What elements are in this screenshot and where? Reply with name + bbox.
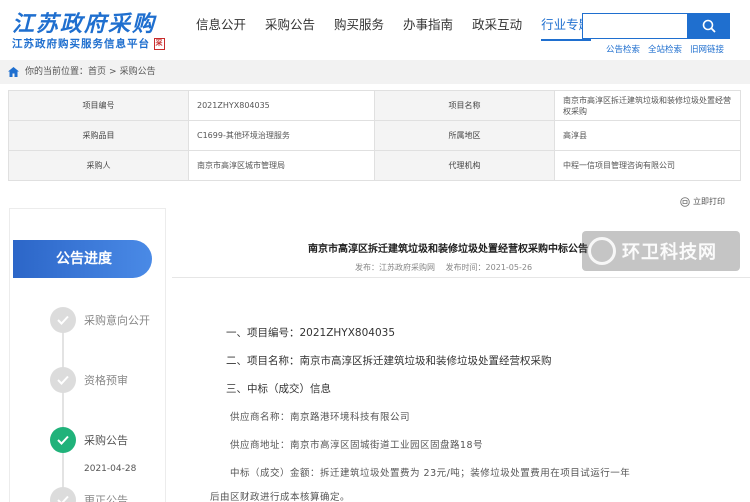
site-subtitle: 江苏政府购买服务信息平台采: [12, 36, 165, 51]
search-icon: [702, 19, 716, 33]
notice-line-supplier-name: 供应商名称：南京路港环境科技有限公司: [230, 412, 411, 423]
notice-date: 发布时间：2021-05-26: [445, 263, 533, 272]
value-agency: 中程一信项目管理咨询有限公司: [554, 150, 741, 181]
notice-line-project-name: 二、项目名称：南京市高淳区拆迁建筑垃圾和装修垃圾处置经营权采购: [226, 355, 552, 367]
nav-item-info[interactable]: 信息公开: [196, 15, 246, 41]
search-input[interactable]: [582, 13, 688, 39]
notice-line-section-heading: 三、中标（成交）信息: [226, 383, 331, 395]
label-purchaser: 采购人: [8, 150, 189, 181]
breadcrumb-separator: >: [109, 67, 117, 77]
step-pending-icon: [50, 367, 76, 393]
project-info-table: 项目编号 2021ZHYX804035 项目名称 南京市高淳区拆迁建筑垃圾和装修…: [8, 90, 741, 181]
value-region: 高淳县: [554, 120, 741, 151]
step-done-icon: [50, 427, 76, 453]
print-icon: [680, 196, 690, 207]
value-project-number: 2021ZHYX804035: [188, 90, 375, 121]
value-category: C1699-其他环境治理服务: [188, 120, 375, 151]
print-button[interactable]: 立即打印: [680, 196, 725, 207]
label-project-number: 项目编号: [8, 90, 189, 121]
notice-progress-panel: 公告进度 采购意向公开 资格预审 采购公告 2021-04-28 更正公告: [9, 208, 166, 502]
notice-line-project-number: 一、项目编号：2021ZHYX804035: [226, 327, 395, 339]
step-date: 2021-04-28: [84, 464, 137, 474]
main-nav: 信息公开 采购公告 购买服务 办事指南 政采互动 行业专题: [196, 15, 610, 41]
table-row: 采购人 南京市高淳区城市管理局 代理机构 中程一信项目管理咨询有限公司: [8, 150, 741, 181]
notice-line-supplier-address: 供应商地址：南京市高淳区固城街道工业园区固盘路18号: [230, 440, 484, 451]
print-label: 立即打印: [693, 197, 725, 206]
label-agency: 代理机构: [374, 150, 555, 181]
step-label: 资格预审: [84, 374, 128, 387]
breadcrumb-current[interactable]: 采购公告: [120, 60, 156, 84]
notice-publisher: 发布：江苏政府采购网: [355, 263, 435, 272]
notice-meta: 发布：江苏政府采购网 发布时间：2021-05-26: [355, 262, 540, 273]
value-project-name: 南京市高淳区拆迁建筑垃圾和装修垃圾处置经营权采购: [554, 90, 741, 121]
site-header: 江苏政府采购 江苏政府购买服务信息平台采 信息公开 采购公告 购买服务 办事指南…: [0, 0, 750, 58]
link-old-site[interactable]: 旧网链接: [690, 43, 724, 55]
table-row: 项目编号 2021ZHYX804035 项目名称 南京市高淳区拆迁建筑垃圾和装修…: [8, 90, 741, 121]
watermark-text: 环卫科技网: [622, 242, 717, 263]
nav-item-procurement-notice[interactable]: 采购公告: [265, 15, 315, 41]
value-purchaser: 南京市高淳区城市管理局: [188, 150, 375, 181]
label-category: 采购品目: [8, 120, 189, 151]
notice-line-bid-amount: 中标（成交）金额：拆迁建筑垃圾处置费为 23元/吨；装修垃圾处置费用在项目试运行…: [230, 468, 631, 479]
step-pending-icon: [50, 307, 76, 333]
search-button[interactable]: [688, 13, 730, 39]
step-label: 采购公告: [84, 434, 128, 447]
link-notice-search[interactable]: 公告检索: [606, 43, 640, 55]
watermark: 环卫科技网: [582, 231, 740, 271]
nav-item-purchase-service[interactable]: 购买服务: [334, 15, 384, 41]
link-site-search[interactable]: 全站检索: [648, 43, 682, 55]
home-icon: [8, 67, 19, 77]
site-subtitle-text: 江苏政府购买服务信息平台: [12, 38, 150, 50]
divider: [172, 277, 750, 278]
step-label: 采购意向公开: [84, 314, 150, 327]
label-project-name: 项目名称: [374, 90, 555, 121]
label-region: 所属地区: [374, 120, 555, 151]
step-pending-icon: [50, 487, 76, 502]
progress-line: [62, 309, 64, 502]
breadcrumb-prefix: 你的当前位置：: [25, 67, 89, 77]
table-row: 采购品目 C1699-其他环境治理服务 所属地区 高淳县: [8, 120, 741, 151]
seal-icon: 采: [154, 38, 165, 50]
site-logo[interactable]: 江苏政府采购: [12, 6, 156, 38]
progress-title: 公告进度: [13, 240, 152, 278]
breadcrumb-home[interactable]: 首页: [88, 60, 106, 84]
watermark-logo-icon: [588, 237, 616, 265]
breadcrumb: 你的当前位置： 首页 > 采购公告: [0, 60, 750, 84]
nav-item-interaction[interactable]: 政采互动: [472, 15, 522, 41]
notice-line-bid-amount-cont: 后由区财政进行成本核算确定。: [210, 492, 351, 502]
step-label: 更正公告: [84, 494, 128, 502]
notice-title: 南京市高淳区拆迁建筑垃圾和装修垃圾处置经营权采购中标公告: [308, 244, 588, 255]
quick-links: 公告检索 全站检索 旧网链接: [606, 43, 732, 55]
nav-item-guide[interactable]: 办事指南: [403, 15, 453, 41]
